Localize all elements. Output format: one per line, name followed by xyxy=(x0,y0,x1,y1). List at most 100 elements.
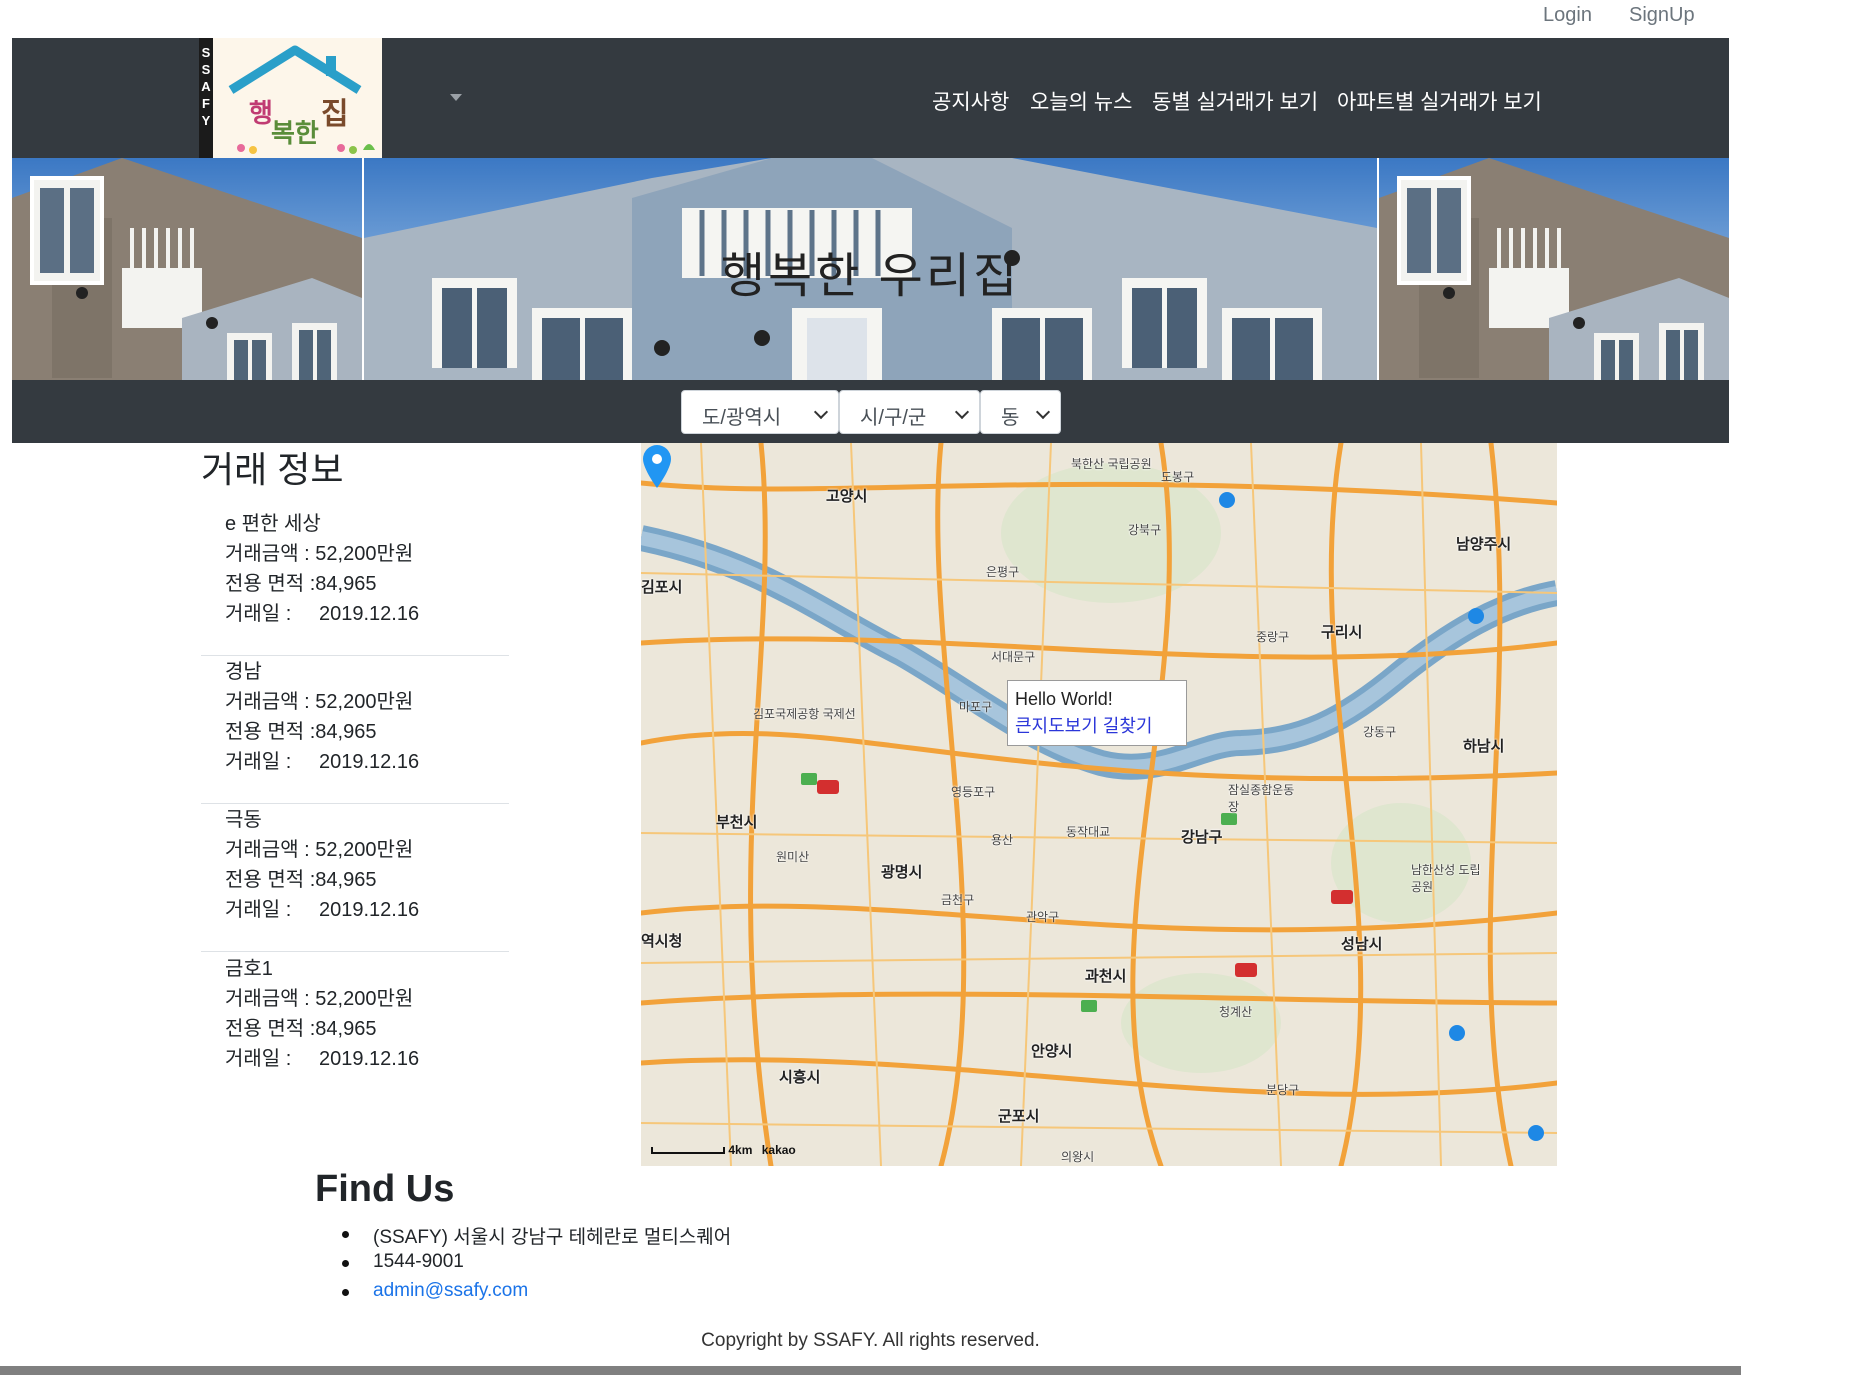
scale-text: 4km xyxy=(728,1143,753,1157)
deal-name: 극동 xyxy=(225,809,262,831)
region-select-bar: 도/광역시 시/구/군 동 xyxy=(12,380,1729,443)
site-logo[interactable]: SSAFY 행 복한 집 xyxy=(199,38,382,158)
map-scale: 4km kakao xyxy=(651,1143,796,1157)
map-label: 성남시 xyxy=(1341,936,1383,953)
gugun-select-value: 시/구/군 xyxy=(860,407,927,429)
map-label: 남한산성 도립공원 xyxy=(1411,863,1481,894)
bullet-icon xyxy=(342,1231,349,1238)
map-label: 원미산 xyxy=(776,850,810,864)
map-label: 영등포구 xyxy=(951,785,996,799)
deals-title: 거래 정보 xyxy=(201,449,344,490)
map-label: 강동구 xyxy=(1363,725,1397,739)
map-label: 용산 xyxy=(991,833,1014,847)
chevron-down-icon xyxy=(954,404,970,420)
find-us-list: (SSAFY) 서울시 강남구 테헤란로 멀티스퀘어 1544-9001 adm… xyxy=(342,1222,731,1309)
deal-item[interactable]: 경남 거래금액 : 52,200만원 전용 면적 :84,965 거래일 : 20… xyxy=(201,655,509,804)
area-label: 전용 면적 : xyxy=(225,1018,316,1040)
top-bar: Login SignUp xyxy=(0,0,1871,38)
amount-label: 거래금액 : xyxy=(225,988,310,1010)
amount-label: 거래금액 : xyxy=(225,839,310,861)
deal-item[interactable]: e 편한 세상 거래금액 : 52,200만원 전용 면적 :84,965 거래… xyxy=(201,507,509,656)
map-label: 중랑구 xyxy=(1256,630,1290,644)
deal-area: 84,965 xyxy=(315,1018,377,1040)
deal-date: 2019.12.16 xyxy=(319,603,420,625)
map-label: 북한산 국립공원 xyxy=(1071,457,1152,471)
phone-item: 1544-9001 xyxy=(342,1251,731,1280)
svg-text:행: 행 xyxy=(249,99,273,129)
address-item: (SSAFY) 서울시 강남구 테헤란로 멀티스퀘어 xyxy=(342,1222,731,1251)
map-label: 하남시 xyxy=(1463,738,1505,755)
email-item: admin@ssafy.com xyxy=(342,1280,731,1309)
sido-select[interactable]: 도/광역시 xyxy=(681,390,839,434)
dropdown-caret-icon[interactable] xyxy=(450,94,462,101)
map-label: 구리시 xyxy=(1321,624,1363,641)
deal-amount: 52,200만원 xyxy=(315,988,414,1010)
map-label: 역시청 xyxy=(641,933,683,950)
map-label: 청계산 xyxy=(1219,1005,1253,1019)
deal-date: 2019.12.16 xyxy=(319,899,420,921)
map-label: 김포시 xyxy=(641,579,683,596)
svg-text:집: 집 xyxy=(321,97,349,132)
kakao-brand: kakao xyxy=(761,1143,796,1157)
bullet-icon xyxy=(342,1289,349,1296)
gugun-select[interactable]: 시/구/군 xyxy=(839,390,980,434)
dong-select[interactable]: 동 xyxy=(980,390,1061,434)
date-label: 거래일 : xyxy=(225,899,292,921)
hero-title: 행복한 우리집 xyxy=(720,250,1021,303)
deal-date: 2019.12.16 xyxy=(319,1048,420,1070)
sido-select-value: 도/광역시 xyxy=(702,407,782,429)
bullet-icon xyxy=(342,1260,349,1267)
svg-text:복한: 복한 xyxy=(271,119,319,149)
deal-item[interactable]: 극동 거래금액 : 52,200만원 전용 면적 :84,965 거래일 : 20… xyxy=(201,803,509,952)
nav-notice[interactable]: 공지사항 xyxy=(932,86,1009,116)
area-label: 전용 면적 : xyxy=(225,573,316,595)
map-label: 관악구 xyxy=(1026,910,1060,924)
map-info-window: Hello World! 큰지도보기 길찾기 xyxy=(1007,680,1187,746)
map-marker-icon[interactable] xyxy=(641,443,673,489)
hero-banner: 행복한 우리집 xyxy=(12,158,1729,380)
map-label: 금천구 xyxy=(941,893,975,907)
map-label: 시흥시 xyxy=(779,1069,821,1086)
date-label: 거래일 : xyxy=(225,603,292,625)
nav-apt-price[interactable]: 아파트별 실거래가 보기 xyxy=(1337,86,1542,116)
footer-bar xyxy=(0,1366,1741,1375)
dong-select-value: 동 xyxy=(1001,407,1020,429)
login-link[interactable]: Login xyxy=(1543,4,1592,27)
map-label: 안양시 xyxy=(1031,1043,1073,1060)
deal-item[interactable]: 금호1 거래금액 : 52,200만원 전용 면적 :84,965 거래일 : 2… xyxy=(201,952,509,1100)
date-label: 거래일 : xyxy=(225,751,292,773)
map-label: 김포국제공항 국제선 xyxy=(753,707,856,721)
signup-link[interactable]: SignUp xyxy=(1629,4,1695,27)
map-label: 마포구 xyxy=(959,700,993,714)
map-label: 남양주시 xyxy=(1456,536,1512,553)
deal-area: 84,965 xyxy=(315,869,377,891)
map-label: 의왕시 xyxy=(1061,1150,1095,1164)
nav-today-news[interactable]: 오늘의 뉴스 xyxy=(1030,86,1132,116)
area-label: 전용 면적 : xyxy=(225,869,316,891)
chevron-down-icon xyxy=(813,404,829,420)
main-navbar: SSAFY 행 복한 집 공지사항 오늘의 뉴스 동별 실거래가 보기 아파트별… xyxy=(12,38,1729,158)
date-label: 거래일 : xyxy=(225,1048,292,1070)
map-label: 은평구 xyxy=(986,565,1020,579)
map-label: 고양시 xyxy=(826,488,868,505)
deal-amount: 52,200만원 xyxy=(315,839,414,861)
email-link[interactable]: admin@ssafy.com xyxy=(373,1280,528,1301)
deal-name: 금호1 xyxy=(225,958,273,980)
map-label: 서대문구 xyxy=(991,650,1036,664)
info-window-links[interactable]: 큰지도보기 길찾기 xyxy=(1015,712,1179,738)
map-label: 군포시 xyxy=(998,1108,1040,1125)
map-label: 동작대교 xyxy=(1066,825,1111,839)
map-label: 광명시 xyxy=(881,864,923,881)
info-window-text: Hello World! xyxy=(1015,689,1113,709)
map-label: 분당구 xyxy=(1266,1083,1300,1097)
map-label: 과천시 xyxy=(1085,968,1127,985)
deal-date: 2019.12.16 xyxy=(319,751,420,773)
deal-amount: 52,200만원 xyxy=(315,543,414,565)
kakao-map[interactable]: 고양시 북한산 국립공원 도봉구 강북구 은평구 구리시 남양주시 김포시 서대… xyxy=(641,443,1557,1166)
nav-dong-price[interactable]: 동별 실거래가 보기 xyxy=(1152,86,1318,116)
map-tiles xyxy=(641,443,1557,1166)
map-label: 부천시 xyxy=(716,814,758,831)
find-us-title: Find Us xyxy=(315,1168,455,1210)
map-label: 강남구 xyxy=(1181,829,1223,846)
chevron-down-icon xyxy=(1035,404,1051,420)
